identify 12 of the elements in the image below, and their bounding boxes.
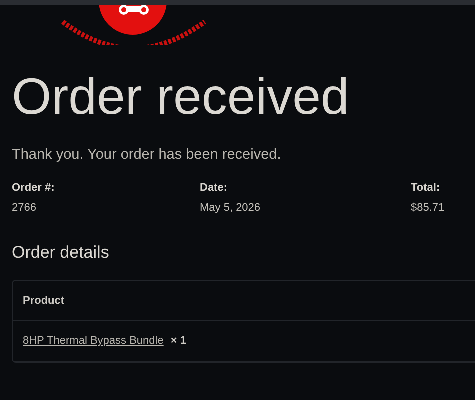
- overview-label: Total:: [411, 180, 440, 196]
- product-link[interactable]: 8HP Thermal Bypass Bundle: [23, 333, 164, 350]
- product-quantity: × 1: [170, 334, 186, 349]
- overview-label: Date:: [200, 180, 228, 196]
- overview-value: $85.71: [411, 201, 445, 216]
- overview-value: 2766: [12, 201, 36, 216]
- thank-you-message: Thank you. Your order has been received.: [12, 146, 282, 165]
- column-header: Product: [23, 294, 65, 308]
- overview-label: Order #:: [12, 180, 55, 196]
- overview-value: May 5, 2026: [200, 201, 261, 216]
- order-details-heading: Order details: [12, 242, 110, 264]
- page-title: Order received: [12, 67, 350, 127]
